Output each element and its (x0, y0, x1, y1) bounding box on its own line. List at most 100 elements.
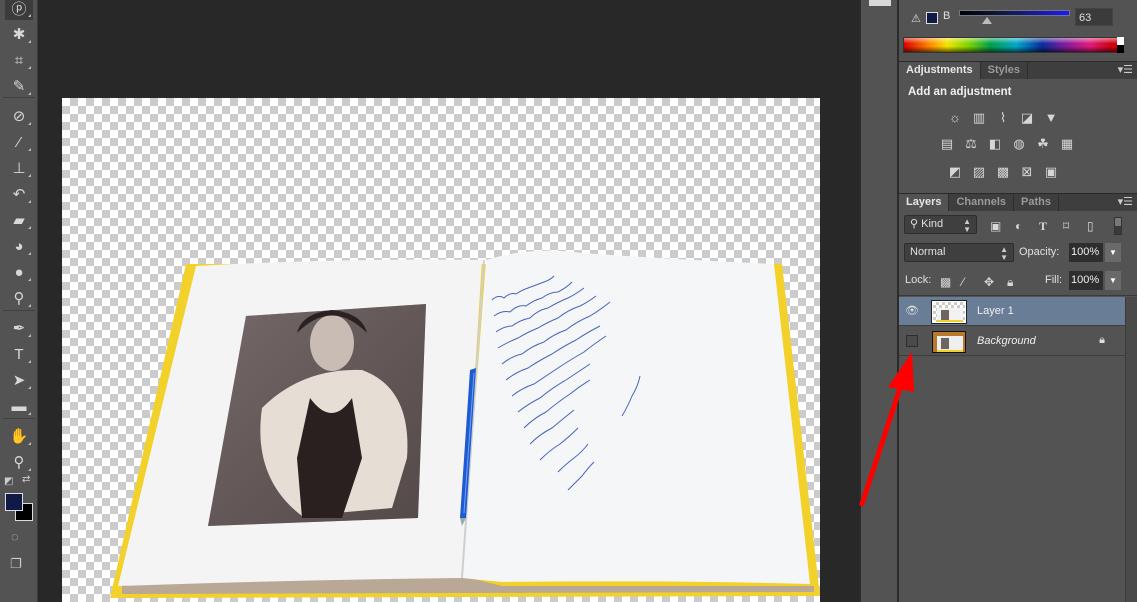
exposure-icon[interactable]: ◪ (1019, 111, 1035, 125)
brightness-contrast-icon[interactable]: ☼ (947, 111, 963, 125)
threshold-icon[interactable]: ▩ (995, 165, 1011, 179)
photo-filter-icon[interactable]: ◍ (1011, 137, 1027, 151)
layers-scrollbar[interactable] (1125, 297, 1137, 602)
magic-wand-tool[interactable]: ✱ (5, 22, 33, 46)
quick-mask-icon[interactable]: ◌ (11, 529, 19, 544)
lasso-tool[interactable]: ⓟ (5, 0, 33, 20)
right-page (462, 250, 810, 584)
gradient-map-icon[interactable]: ▣ (1043, 165, 1059, 179)
dodge-tool[interactable]: ⚲ (5, 286, 33, 310)
color-balance-icon[interactable]: ⚖ (963, 137, 979, 151)
blend-mode-value: Normal (910, 246, 946, 258)
lock-position-icon[interactable]: ✥ (984, 275, 994, 289)
rectangle-tool[interactable]: ▬ (5, 394, 33, 418)
healing-brush-tool[interactable]: ⊘ (5, 104, 33, 128)
hue-saturation-icon[interactable]: ▤ (939, 137, 955, 151)
tab-paths[interactable]: Paths (1014, 194, 1059, 211)
filter-toggle-switch[interactable] (1114, 217, 1122, 235)
book-image (110, 250, 820, 598)
hand-tool[interactable]: ✋ (5, 424, 33, 448)
photoshop-window: ⓟ ✱ ⌗ ✎ ⊘ ⁄ ⊥ ↶ ▰ ◕ ● ⚲ ✒ T ➤ ▬ ✋ ⚲ ◩ ⇄ ◌ ❐ (0, 0, 1137, 602)
path-selection-tool[interactable]: ➤ (5, 368, 33, 392)
tab-layers[interactable]: Layers (899, 194, 950, 211)
smart-object-filter-icon[interactable]: ▯ (1087, 219, 1094, 233)
adjustments-tabs: Adjustments Styles ▾☰ (899, 61, 1137, 79)
history-brush-tool[interactable]: ↶ (5, 182, 33, 206)
lock-icon[interactable]: 🔒︎ (1099, 334, 1105, 347)
pen-tool[interactable]: ✒ (5, 316, 33, 340)
channel-slider-thumb[interactable] (982, 17, 992, 24)
fill-dropdown-button[interactable]: ▼ (1105, 271, 1121, 290)
black-white-swatch[interactable] (1117, 37, 1124, 53)
panel-menu-icon[interactable]: ▾☰ (1118, 64, 1133, 76)
gamut-color-chip[interactable] (926, 12, 938, 24)
tools-panel: ⓟ ✱ ⌗ ✎ ⊘ ⁄ ⊥ ↶ ▰ ◕ ● ⚲ ✒ T ➤ ▬ ✋ ⚲ ◩ ⇄ ◌ ❐ (0, 0, 38, 602)
adjustment-filter-icon[interactable]: ◐ (1015, 219, 1022, 233)
fill-label: Fill: (1045, 274, 1063, 286)
adjustments-panel: Adjustments Styles ▾☰ Add an adjustment … (899, 61, 1137, 191)
filter-kind-label: Kind (921, 218, 944, 230)
pixel-filter-icon[interactable]: ▣ (990, 219, 1001, 233)
dock-panel-button[interactable] (869, 0, 891, 6)
shape-filter-icon[interactable]: ⌑ (1063, 219, 1069, 233)
black-white-icon[interactable]: ◧ (987, 137, 1003, 151)
layer-row-layer-1[interactable]: 👁︎ Layer 1 (899, 297, 1125, 326)
lock-all-icon[interactable]: 🔒︎ (1007, 275, 1013, 290)
out-of-gamut-warning-icon[interactable]: ⚠ (911, 12, 921, 25)
curves-icon[interactable]: ⌇ (995, 111, 1011, 125)
toolbar-separator (3, 97, 35, 98)
paint-bucket-tool[interactable]: ◕ (5, 234, 33, 258)
color-spectrum-bar[interactable] (903, 37, 1121, 53)
brush-tool[interactable]: ⁄ (5, 130, 33, 154)
search-icon: ⚲ (910, 218, 922, 230)
blend-mode-select[interactable]: Normal ▲ ▼ (904, 243, 1014, 262)
adjustments-heading: Add an adjustment (908, 86, 1012, 98)
eraser-tool[interactable]: ▰ (5, 208, 33, 232)
crop-tool[interactable]: ⌗ (5, 48, 33, 72)
opacity-dropdown-button[interactable]: ▼ (1105, 243, 1121, 262)
panel-menu-icon[interactable]: ▾☰ (1118, 196, 1133, 208)
channel-mixer-icon[interactable]: ☘ (1035, 137, 1051, 151)
layer-name[interactable]: Layer 1 (977, 305, 1014, 317)
levels-icon[interactable]: ▥ (971, 111, 987, 125)
channel-value-input[interactable]: 63 (1075, 8, 1113, 26)
type-tool[interactable]: T (5, 342, 33, 366)
channel-slider[interactable] (959, 10, 1070, 16)
opacity-input[interactable]: 100% (1069, 243, 1103, 262)
invert-icon[interactable]: ◩ (947, 165, 963, 179)
visibility-toggle-empty[interactable] (906, 335, 918, 347)
tab-adjustments[interactable]: Adjustments (899, 62, 981, 79)
posterize-icon[interactable]: ▨ (971, 165, 987, 179)
spinner-icon: ▲ ▼ (1000, 245, 1008, 262)
layer-name[interactable]: Background (977, 335, 1036, 347)
screen-mode-icon[interactable]: ❐ (10, 556, 22, 572)
eye-icon[interactable]: 👁︎ (905, 304, 919, 318)
zoom-tool[interactable]: ⚲ (5, 450, 33, 474)
toolbar-separator (3, 418, 35, 419)
color-panel: ⚠ B 63 (899, 0, 1137, 60)
document-canvas[interactable] (62, 98, 820, 602)
swap-colors-icon[interactable]: ⇄ (22, 474, 30, 485)
canvas-area[interactable] (39, 0, 859, 602)
foreground-color-swatch[interactable] (5, 493, 23, 511)
layer-filter-select[interactable]: ⚲ Kind ▲ ▼ (904, 215, 977, 234)
color-lookup-icon[interactable]: ▦ (1059, 137, 1075, 151)
tab-styles[interactable]: Styles (981, 62, 1029, 79)
vibrance-icon[interactable]: ▼ (1043, 111, 1059, 125)
right-panels: ⚠ B 63 Adjustments Styles ▾☰ Add an adju… (899, 0, 1137, 602)
fill-input[interactable]: 100% (1069, 271, 1103, 290)
default-colors-icon[interactable]: ◩ (4, 476, 13, 487)
selective-color-icon[interactable]: ⊠ (1019, 165, 1035, 179)
layers-panel: Layers Channels Paths ▾☰ ⚲ Kind ▲ ▼ ▣ ◐ T… (899, 193, 1137, 602)
blur-tool[interactable]: ● (5, 260, 33, 284)
layer-row-background[interactable]: Background 🔒︎ (899, 327, 1125, 356)
clone-stamp-tool[interactable]: ⊥ (5, 156, 33, 180)
type-filter-icon[interactable]: T (1039, 219, 1047, 234)
lock-transparent-pixels-icon[interactable]: ▩ (940, 275, 951, 289)
lock-image-pixels-icon[interactable]: ⁄ (962, 275, 964, 289)
lock-label: Lock: (905, 274, 932, 286)
spinner-icon: ▲ ▼ (963, 217, 971, 234)
eyedropper-tool[interactable]: ✎ (5, 74, 33, 98)
tab-channels[interactable]: Channels (949, 194, 1014, 211)
layer-thumbnail (931, 300, 967, 324)
